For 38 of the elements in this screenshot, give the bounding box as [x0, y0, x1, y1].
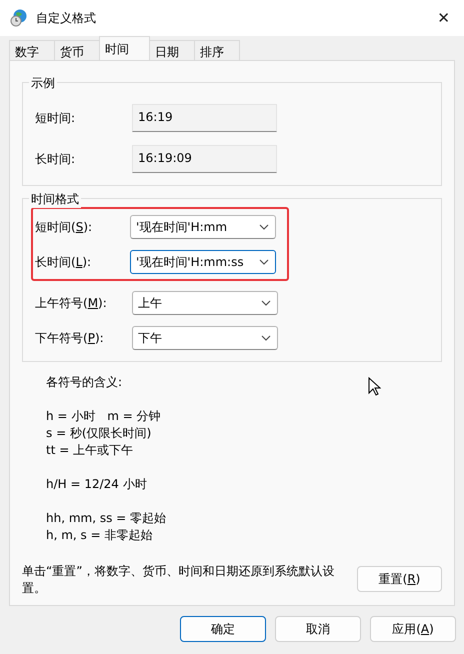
- field-label: 长时间:: [35, 150, 76, 168]
- group-title: 时间格式: [29, 190, 81, 208]
- dialog-button[interactable]: 确定: [180, 616, 266, 642]
- combo-box[interactable]: 上午: [132, 290, 278, 314]
- chevron-down-icon: [259, 224, 269, 230]
- readonly-field: 16:19:09: [132, 144, 277, 172]
- tab[interactable]: 排序: [194, 40, 240, 60]
- globe-clock-icon: [10, 9, 28, 28]
- chevron-down-icon: [259, 258, 269, 264]
- legend-line: s = 秒(仅限长时间): [46, 425, 152, 442]
- reset-button[interactable]: 重置(R): [357, 566, 442, 592]
- legend-line: h/H = 12/24 小时: [46, 476, 148, 493]
- legend-title: 各符号的含义:: [46, 374, 122, 391]
- field-label: 短时间:: [35, 110, 76, 126]
- field-label: 上午符号(M):: [35, 294, 108, 312]
- tab[interactable]: 时间: [99, 36, 150, 60]
- chevron-down-icon: [261, 300, 271, 306]
- combo-box[interactable]: '现在时间'H:mm:ss: [130, 250, 276, 274]
- legend-line: h = 小时 m = 分钟: [46, 408, 162, 425]
- mouse-pointer-icon: [368, 377, 381, 396]
- legend-line: tt = 上午或下午: [46, 442, 134, 459]
- field-label: 下午符号(P):: [35, 330, 105, 346]
- tab[interactable]: 日期: [149, 40, 195, 60]
- close-button[interactable]: ✕: [431, 6, 456, 30]
- legend-line: h, m, s = 非零起始: [46, 527, 154, 544]
- dialog-button[interactable]: 应用(A): [370, 616, 456, 642]
- dialog-button[interactable]: 取消: [275, 616, 361, 642]
- field-label: 长时间(L):: [35, 254, 92, 270]
- legend-line: hh, mm, ss = 零起始: [46, 510, 168, 527]
- chevron-down-icon: [261, 334, 271, 340]
- reset-description: 单击“重置”，将数字、货币、时间和日期还原到系统默认设置。: [22, 563, 336, 597]
- field-label: 短时间(S):: [35, 218, 94, 236]
- window-title: 自定义格式: [36, 10, 97, 27]
- combo-box[interactable]: '现在时间'H:mm: [130, 214, 276, 238]
- tab[interactable]: 数字: [9, 40, 55, 60]
- tab[interactable]: 货币: [54, 40, 100, 60]
- readonly-field: 16:19: [132, 104, 277, 132]
- combo-box[interactable]: 下午: [132, 326, 278, 350]
